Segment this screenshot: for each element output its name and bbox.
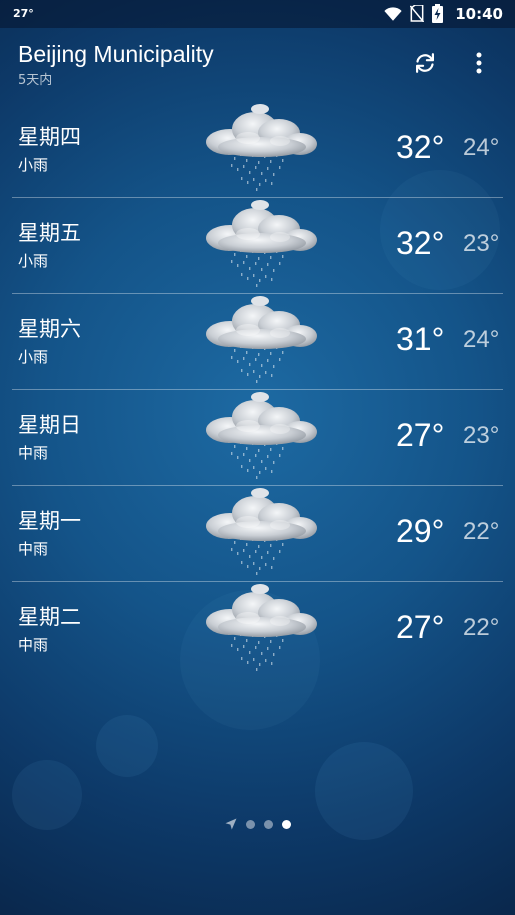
forecast-row[interactable]: 星期日 中雨 27° 23° — [0, 390, 515, 486]
status-temperature: 27° — [13, 7, 34, 20]
low-temperature: 22° — [463, 614, 500, 641]
condition-label: 中雨 — [18, 540, 49, 558]
battery-charging-icon — [432, 4, 444, 23]
more-vert-icon — [476, 52, 482, 74]
no-sim-icon — [410, 5, 425, 22]
forecast-range-label: 5天内 — [18, 73, 53, 88]
high-temperature: 27° — [396, 609, 445, 645]
page-dot[interactable] — [263, 819, 273, 829]
day-label: 星期日 — [18, 413, 81, 437]
city-name[interactable]: Beijing Municipality — [18, 41, 214, 68]
low-temperature: 22° — [463, 518, 500, 545]
rain-cloud-icon — [200, 390, 322, 480]
forecast-row[interactable]: 星期六 小雨 31° 24° — [0, 294, 515, 390]
refresh-button[interactable] — [410, 48, 440, 78]
condition-label: 小雨 — [18, 252, 49, 270]
day-label: 星期一 — [18, 509, 81, 533]
forecast-row[interactable]: 星期四 小雨 32° 24° — [0, 102, 515, 198]
page-dot[interactable] — [245, 819, 255, 829]
high-temperature: 31° — [396, 321, 445, 357]
condition-label: 中雨 — [18, 636, 49, 654]
location-arrow-icon[interactable] — [225, 818, 237, 830]
rain-cloud-icon — [200, 294, 322, 384]
forecast-row[interactable]: 星期一 中雨 29° 22° — [0, 486, 515, 582]
low-temperature: 23° — [463, 422, 500, 449]
condition-label: 小雨 — [18, 348, 49, 366]
header: Beijing Municipality 5天内 — [0, 28, 515, 98]
status-time: 10:40 — [455, 4, 503, 23]
rain-cloud-icon — [200, 582, 322, 672]
day-label: 星期二 — [18, 605, 81, 629]
overflow-menu-button[interactable] — [466, 48, 492, 78]
background-bokeh — [96, 715, 158, 777]
forecast-list: 星期四 小雨 32° 24° 星期五 小雨 32° 23° 星期六 小雨 31°… — [0, 102, 515, 678]
status-icons: 10:40 — [384, 4, 503, 23]
condition-label: 中雨 — [18, 444, 49, 462]
high-temperature: 29° — [396, 513, 445, 549]
refresh-icon — [416, 53, 434, 73]
day-label: 星期四 — [18, 125, 81, 149]
day-label: 星期五 — [18, 221, 81, 245]
rain-cloud-icon — [200, 198, 322, 288]
condition-label: 小雨 — [18, 156, 49, 174]
high-temperature: 32° — [396, 225, 445, 261]
low-temperature: 23° — [463, 230, 500, 257]
forecast-row[interactable]: 星期五 小雨 32° 23° — [0, 198, 515, 294]
rain-cloud-icon — [200, 486, 322, 576]
page-indicator — [0, 818, 515, 830]
high-temperature: 32° — [396, 129, 445, 165]
status-bar: 27° 10:40 — [0, 0, 515, 28]
page-dot-active[interactable] — [281, 819, 291, 829]
wifi-icon — [384, 6, 402, 21]
day-label: 星期六 — [18, 317, 81, 341]
low-temperature: 24° — [463, 326, 500, 353]
low-temperature: 24° — [463, 134, 500, 161]
rain-cloud-icon — [200, 102, 322, 192]
high-temperature: 27° — [396, 417, 445, 453]
forecast-row[interactable]: 星期二 中雨 27° 22° — [0, 582, 515, 678]
